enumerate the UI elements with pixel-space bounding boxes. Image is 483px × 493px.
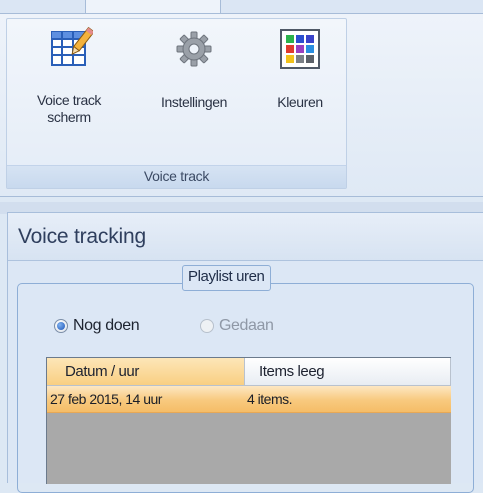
column-header-datum[interactable]: Datum / uur	[47, 358, 245, 386]
groupbox-title: Playlist uren	[182, 265, 271, 291]
settings-label: Instellingen	[160, 94, 228, 110]
ribbon-tab-active[interactable]	[85, 0, 221, 14]
ribbon-tab-strip	[0, 0, 483, 14]
panel-header: Voice tracking	[8, 213, 483, 261]
table-row[interactable]: 27 feb 2015, 14 uur 4 items.	[47, 386, 451, 413]
color-palette-icon	[280, 29, 320, 69]
settings-button[interactable]: Instellingen	[138, 19, 250, 111]
ribbon-group-voicetrack: Voice track scherm Instellingen Kleuren …	[6, 18, 347, 189]
voice-tracking-panel: Voice tracking Playlist uren Nog doen Ge…	[7, 212, 483, 493]
voicetrack-screen-label-line2: scherm	[47, 109, 91, 125]
colors-label: Kleuren	[277, 94, 323, 110]
cell-datum[interactable]: 27 feb 2015, 14 uur	[47, 386, 245, 412]
radio-gedaan-label: Gedaan	[219, 317, 274, 334]
cell-items[interactable]: 4 items.	[245, 386, 451, 412]
radio-unchecked-icon	[200, 319, 214, 333]
colors-button[interactable]: Kleuren	[259, 19, 341, 111]
playlist-grid: Datum / uur Items leeg 27 feb 2015, 14 u…	[46, 357, 451, 484]
grid-header-row: Datum / uur Items leeg	[47, 358, 451, 386]
radio-nog-doen[interactable]: Nog doen	[54, 317, 140, 335]
gear-icon	[176, 31, 212, 67]
radio-gedaan[interactable]: Gedaan	[200, 317, 274, 335]
voicetrack-screen-button[interactable]: Voice track scherm	[10, 19, 128, 126]
radio-checked-icon	[54, 319, 68, 333]
radio-nog-doen-label: Nog doen	[73, 317, 140, 334]
grid-edit-icon	[51, 26, 93, 66]
column-header-items[interactable]: Items leeg	[245, 358, 451, 386]
ribbon-group-label: Voice track	[7, 165, 346, 188]
panel-title: Voice tracking	[18, 225, 146, 248]
voicetrack-screen-label-line1: Voice track	[36, 92, 102, 108]
